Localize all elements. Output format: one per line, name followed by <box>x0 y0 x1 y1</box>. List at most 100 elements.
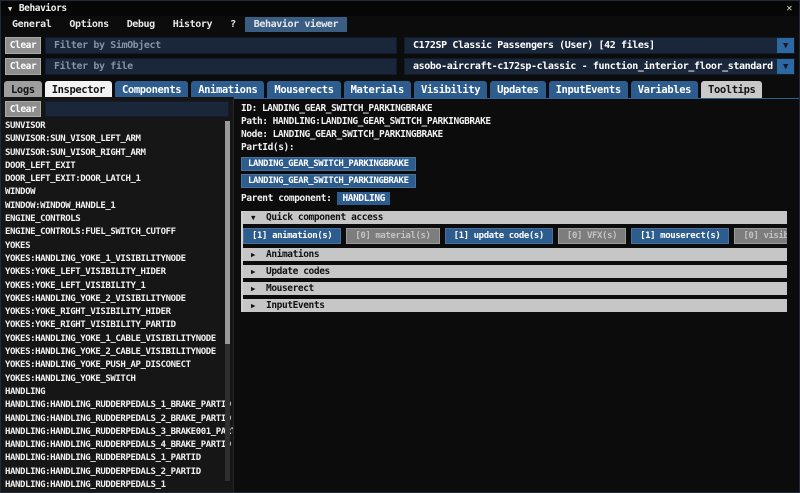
node-list-item[interactable]: YOKES:YOKE_LEFT_VISIBILITY_1 <box>5 280 233 293</box>
node-list-scrollbar[interactable] <box>225 121 230 481</box>
node-list-item[interactable]: YOKES:HANDLING_YOKE_1_VISIBILITYNODE <box>5 253 233 266</box>
node-list-item[interactable]: YOKES <box>5 240 233 253</box>
tab-mouserects[interactable]: Mouserects <box>267 81 341 98</box>
tab-tooltips[interactable]: Tooltips <box>701 81 763 98</box>
node-list-item[interactable]: YOKES:HANDLING_YOKE_2_CABLE_VISIBILITYNO… <box>5 346 233 359</box>
node-list-item[interactable]: HANDLING:HANDLING_RUDDERPEDALS_1 <box>5 479 233 492</box>
tab-updates[interactable]: Updates <box>490 81 546 98</box>
node-list-item[interactable]: YOKES:YOKE_LEFT_VISIBILITY_HIDER <box>5 266 233 279</box>
section-animations[interactable]: ▶ Animations <box>243 248 787 261</box>
file-dropdown[interactable]: asobo-aircraft-c172sp-classic - function… <box>404 58 795 75</box>
node-list-item[interactable]: HANDLING:HANDLING_RUDDERPEDALS_3_BRAKE00… <box>5 426 233 439</box>
node-list-item[interactable]: WINDOW <box>5 186 233 199</box>
section-animations-label: Animations <box>266 249 320 260</box>
section-inputevents[interactable]: ▶ InputEvents <box>243 299 787 312</box>
tab-logs[interactable]: Logs <box>4 81 42 98</box>
quick-mouserects-button[interactable]: [1] mouserect(s) <box>631 228 730 244</box>
tab-inputevents[interactable]: InputEvents <box>548 81 628 98</box>
menu-item-history[interactable]: History <box>164 17 221 32</box>
node-list-item[interactable]: ENGINE_CONTROLS <box>5 213 233 226</box>
file-filter-row: Clear asobo-aircraft-c172sp-classic - fu… <box>5 58 795 75</box>
window-title: Behaviors <box>18 3 67 14</box>
behaviors-window: ▼ Behaviors ✕ General Options Debug Hist… <box>0 0 800 493</box>
node-list-item[interactable]: HANDLING <box>5 386 233 399</box>
tab-inspector[interactable]: Inspector <box>44 81 112 98</box>
scrollbar-thumb[interactable] <box>225 121 230 345</box>
quick-animations-button[interactable]: [1] animation(s) <box>243 228 342 244</box>
tab-materials[interactable]: Materials <box>343 81 411 98</box>
tab-components[interactable]: Components <box>114 81 189 98</box>
simobject-filter-input[interactable] <box>45 37 397 54</box>
quick-vfx-button: [0] VFX(s) <box>557 228 627 244</box>
menu-item-help[interactable]: ? <box>221 17 245 32</box>
quick-access-buttons: [1] animation(s) [0] material(s) [1] upd… <box>243 228 787 244</box>
node-list-item[interactable]: DOOR_LEFT_EXIT <box>5 160 233 173</box>
parent-component-badge[interactable]: HANDLING <box>337 191 390 205</box>
tab-variables[interactable]: Variables <box>630 81 699 98</box>
section-collapsed-icon[interactable]: ▶ <box>251 267 266 276</box>
node-list-item[interactable]: YOKES:YOKE_RIGHT_VISIBILITY_PARTID <box>5 319 233 332</box>
simobject-node-list: SUNVISOR SUNVISOR:SUN_VISOR_LEFT_ARM SUNVI… <box>5 117 233 492</box>
partid-row: LANDING_GEAR_SWITCH_PARKINGBRAKE <box>241 174 787 188</box>
dropdown-arrow-icon[interactable]: ▼ <box>777 59 794 74</box>
node-list-item[interactable]: YOKES:YOKE_RIGHT_VISIBILITY_HIDER <box>5 306 233 319</box>
node-list-item[interactable]: HANDLING:HANDLING_RUDDERPEDALS_1_BRAKE_P… <box>5 399 233 412</box>
node-filter-input[interactable] <box>45 101 229 117</box>
node-list-item[interactable]: HANDLING:HANDLING_RUDDERPEDALS_2_PARTID <box>5 466 233 479</box>
file-dropdown-value: asobo-aircraft-c172sp-classic - function… <box>413 61 794 72</box>
simobject-filter-row: Clear C172SP Classic Passengers (User) [… <box>5 37 795 54</box>
menu-item-general[interactable]: General <box>3 17 60 32</box>
quick-update-codes-button[interactable]: [1] update code(s) <box>444 228 553 244</box>
section-mouserect[interactable]: ▶ Mouserect <box>243 282 787 295</box>
simobject-dropdown[interactable]: C172SP Classic Passengers (User) [42 fil… <box>404 37 795 54</box>
menu-item-options[interactable]: Options <box>60 17 117 32</box>
node-list-item[interactable]: SUNVISOR <box>5 120 233 133</box>
quick-access-header[interactable]: ▼ Quick component access <box>243 211 787 224</box>
partids-label: PartId(s): <box>241 142 295 153</box>
window-titlebar[interactable]: ▼ Behaviors ✕ <box>1 1 799 16</box>
node-list-item[interactable]: HANDLING:HANDLING_RUDDERPEDALS_4_BRAKE_P… <box>5 439 233 452</box>
path-line: Path: HANDLING:LANDING_GEAR_SWITCH_PARKI… <box>241 115 787 128</box>
node-list-item[interactable]: HANDLING:HANDLING_RUDDERPEDALS_1_PARTID <box>5 452 233 465</box>
clear-simobject-filter-button[interactable]: Clear <box>5 37 41 54</box>
section-collapsed-icon[interactable]: ▶ <box>251 250 266 259</box>
partid-row: LANDING_GEAR_SWITCH_PARKINGBRAKE <box>241 157 787 171</box>
node-list-item[interactable]: HANDLING:HANDLING_RUDDERPEDALS_2_BRAKE_P… <box>5 413 233 426</box>
node-list-item[interactable]: SUNVISOR:SUN_VISOR_RIGHT_ARM <box>5 147 233 160</box>
section-expanded-icon[interactable]: ▼ <box>251 213 266 222</box>
node-list-item[interactable]: YOKES:HANDLING_YOKE_1_CABLE_VISIBILITYNO… <box>5 333 233 346</box>
quick-access-title: Quick component access <box>266 212 384 223</box>
quick-visibility-button: [0] visibility cod <box>734 228 787 244</box>
section-mouserect-label: Mouserect <box>266 283 314 294</box>
tab-visibility[interactable]: Visibility <box>413 81 488 98</box>
section-collapsed-icon[interactable]: ▶ <box>251 284 266 293</box>
section-update-codes[interactable]: ▶ Update codes <box>243 265 787 278</box>
tab-animations[interactable]: Animations <box>191 81 265 98</box>
simobject-dropdown-value: C172SP Classic Passengers (User) [42 fil… <box>413 40 655 51</box>
node-list-item[interactable]: YOKES:HANDLING_YOKE_2_VISIBILITYNODE <box>5 293 233 306</box>
node-list-panel: Clear SUNVISOR SUNVISOR:SUN_VISOR_LEFT_AR… <box>1 97 234 492</box>
section-collapsed-icon[interactable]: ▶ <box>251 301 266 310</box>
node-list-item[interactable]: ENGINE_CONTROLS:FUEL_SWITCH_CUTOFF <box>5 226 233 239</box>
window-collapse-icon[interactable]: ▼ <box>8 5 12 13</box>
node-list-item[interactable]: WINDOW:WINDOW_HANDLE_1 <box>5 200 233 213</box>
partid-button[interactable]: LANDING_GEAR_SWITCH_PARKINGBRAKE <box>241 157 416 171</box>
node-list-item[interactable]: DOOR_LEFT_EXIT:DOOR_LATCH_1 <box>5 173 233 186</box>
file-filter-input[interactable] <box>45 58 397 75</box>
section-update-codes-label: Update codes <box>266 266 330 277</box>
node-list-item[interactable]: YOKES:HANDLING_YOKE_SWITCH <box>5 373 233 386</box>
parent-component-label: Parent component: <box>241 192 332 204</box>
menu-item-behavior-viewer[interactable]: Behavior viewer <box>244 17 348 32</box>
partid-button[interactable]: LANDING_GEAR_SWITCH_PARKINGBRAKE <box>241 174 416 188</box>
node-list-item[interactable]: YOKES:HANDLING_YOKE_PUSH_AP_DISCONECT <box>5 359 233 372</box>
clear-file-filter-button[interactable]: Clear <box>5 58 41 75</box>
node-value: LANDING_GEAR_SWITCH_PARKINGBRAKE <box>272 129 444 140</box>
section-inputevents-label: InputEvents <box>266 300 325 311</box>
dropdown-arrow-icon[interactable]: ▼ <box>777 38 794 53</box>
clear-node-filter-button[interactable]: Clear <box>5 101 41 117</box>
path-value: HANDLING:LANDING_GEAR_SWITCH_PARKINGBRAK… <box>272 116 492 127</box>
close-icon[interactable]: ✕ <box>786 3 792 14</box>
quick-materials-button: [0] material(s) <box>346 228 440 244</box>
menu-item-debug[interactable]: Debug <box>118 17 164 32</box>
node-list-item[interactable]: SUNVISOR:SUN_VISOR_LEFT_ARM <box>5 133 233 146</box>
